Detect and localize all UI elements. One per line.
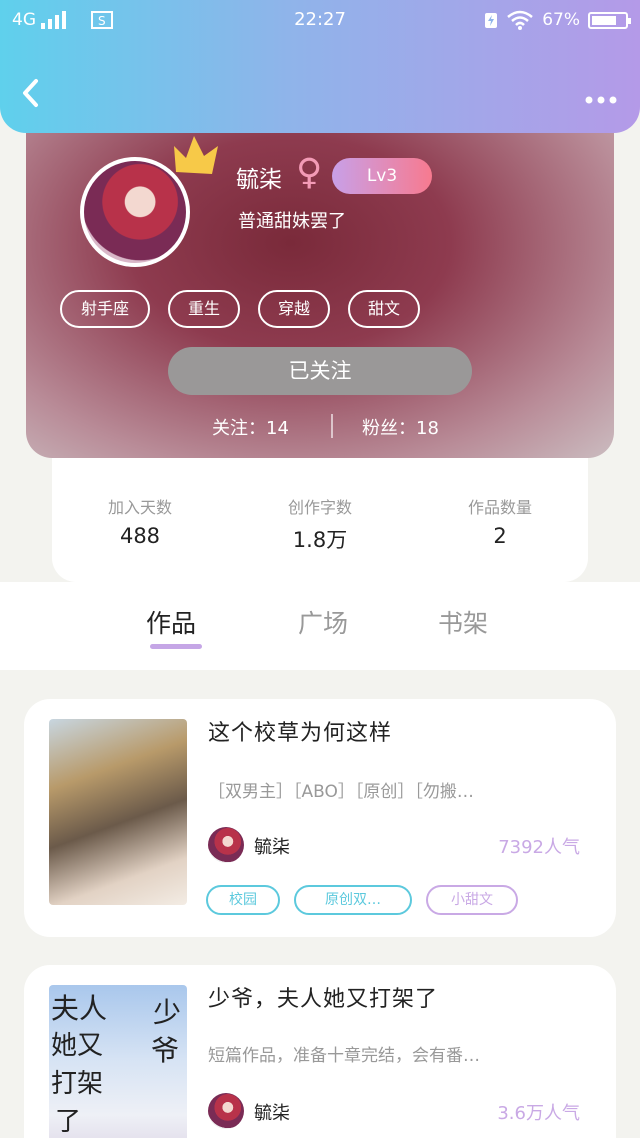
tab-bookshelf[interactable]: 书架 (438, 604, 488, 640)
more-button[interactable] (584, 82, 618, 112)
more-dots-icon (585, 96, 617, 104)
battery-icon (588, 11, 631, 29)
work-tag[interactable]: 校园 (206, 885, 280, 915)
status-right: 67% (484, 10, 631, 30)
work-popularity: 3.6万人气 (497, 1103, 580, 1124)
profile-tag[interactable]: 穿越 (258, 290, 330, 328)
work-card[interactable]: 夫人 少 她又 爷 打架 了 少爷，夫人她又打架了 短篇作品，准备十章完结，会有… (24, 965, 616, 1138)
tab-works[interactable]: 作品 (146, 604, 196, 640)
stat-value: 1.8万 (292, 528, 348, 552)
username: 毓柒 (236, 167, 282, 193)
active-tab-indicator (150, 644, 202, 649)
stat-label: 作品数量 (467, 498, 532, 517)
work-title[interactable]: 这个校草为何这样 (208, 715, 392, 747)
status-bar: 4G S 22:27 67% (0, 8, 640, 34)
stat-works: 作品数量 2 (425, 494, 575, 548)
profile-tags: 射手座 重生 穿越 甜文 (60, 290, 420, 328)
follow-button[interactable]: 已关注 (168, 347, 472, 395)
profile-tag[interactable]: 射手座 (60, 290, 150, 328)
stat-label: 加入天数 (107, 498, 172, 517)
battery-percent: 67% (542, 10, 580, 30)
cover-text: 她又 (51, 1031, 104, 1061)
followers-count[interactable]: 粉丝：18 (362, 414, 439, 440)
avatar-image (84, 161, 186, 263)
work-card[interactable]: 这个校草为何这样 ［双男主］［ABO］［原创］［勿搬… 毓柒 7392人气 校园… (24, 699, 616, 937)
cover-text: 爷 (150, 1034, 179, 1067)
user-bio: 普通甜妹罢了 (238, 211, 346, 232)
stat-words: 创作字数 1.8万 (245, 494, 395, 554)
stats-card: 加入天数 488 创作字数 1.8万 作品数量 2 (52, 458, 588, 582)
tab-square[interactable]: 广场 (298, 604, 348, 640)
top-header: 4G S 22:27 67% (0, 0, 640, 133)
cover-text: 了 (55, 1107, 82, 1137)
stat-label: 创作字数 (287, 498, 352, 517)
author-avatar (208, 1093, 244, 1129)
stat-value: 488 (119, 524, 161, 548)
level-badge: Lv3 (332, 158, 432, 194)
crown-icon (174, 136, 218, 174)
following-count[interactable]: 关注：14 (212, 414, 289, 440)
stat-days: 加入天数 488 (65, 494, 215, 548)
work-tag[interactable]: 原创双… (294, 885, 412, 915)
author-avatar (208, 827, 244, 863)
work-tag[interactable]: 小甜文 (426, 885, 518, 915)
work-author: 毓柒 (254, 1103, 290, 1124)
work-cover[interactable] (49, 719, 187, 905)
cover-text: 少 (152, 996, 181, 1029)
cover-text: 夫人 (51, 992, 108, 1025)
profile-tag[interactable]: 甜文 (348, 290, 420, 328)
counts-divider (331, 414, 333, 438)
work-description: 短篇作品，准备十章完结，会有番… (208, 1046, 480, 1066)
work-author: 毓柒 (254, 837, 290, 858)
chevron-left-icon (23, 79, 38, 107)
wifi-icon (507, 10, 534, 30)
tab-bar: 作品 广场 书架 (0, 582, 640, 670)
profile-tag[interactable]: 重生 (168, 290, 240, 328)
work-popularity: 7392人气 (498, 837, 580, 858)
cover-text: 打架 (51, 1069, 104, 1099)
stat-value: 2 (493, 524, 507, 548)
female-icon: ♀ (296, 152, 323, 193)
charging-icon (485, 13, 498, 28)
work-title[interactable]: 少爷，夫人她又打架了 (208, 981, 438, 1013)
work-cover[interactable]: 夫人 少 她又 爷 打架 了 (49, 985, 187, 1138)
work-description: ［双男主］［ABO］［原创］［勿搬… (208, 782, 474, 802)
work-tags: 校园 原创双… 小甜文 (206, 885, 518, 915)
back-button[interactable] (20, 78, 50, 112)
